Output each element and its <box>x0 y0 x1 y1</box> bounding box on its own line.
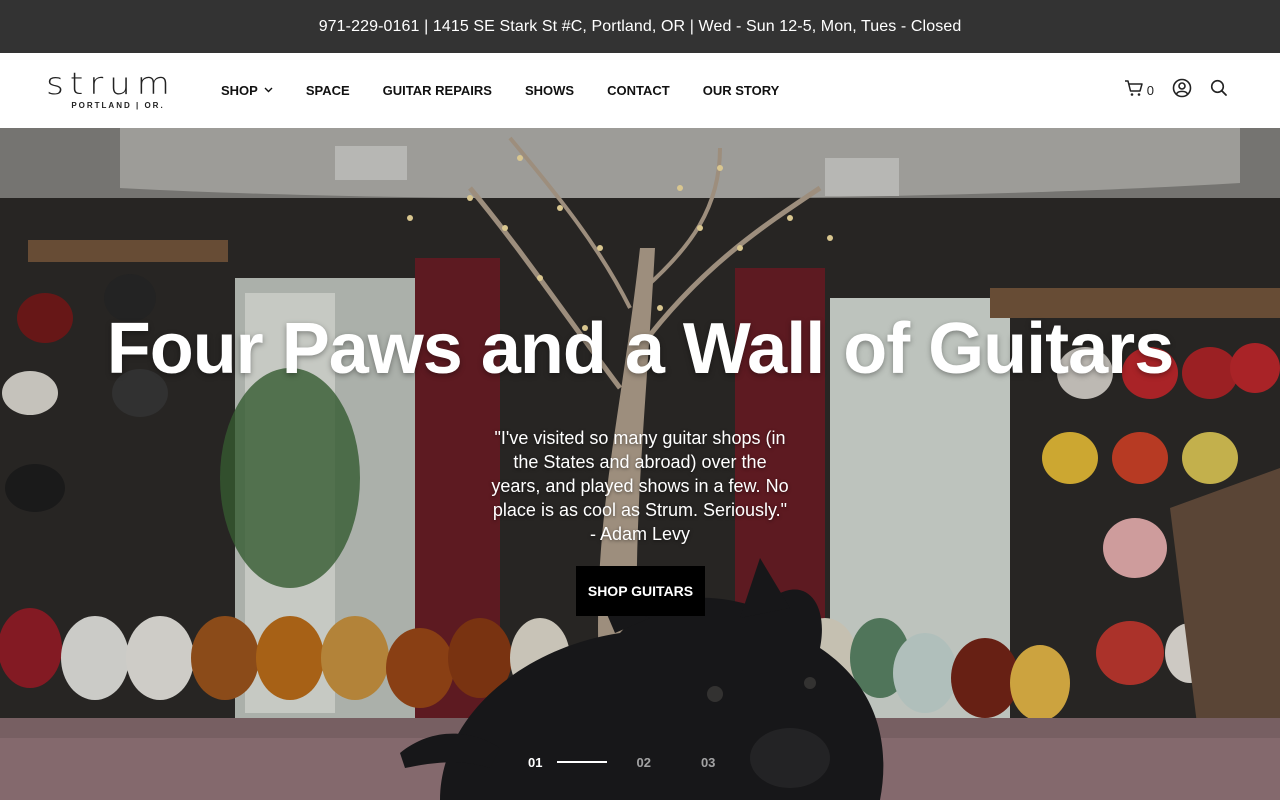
chevron-down-icon <box>264 85 273 95</box>
search-button[interactable] <box>1210 79 1228 102</box>
nav-item-label: SHOWS <box>524 83 575 98</box>
active-slide-indicator <box>557 761 608 763</box>
hero-title: Four Paws and a Wall of Guitars <box>106 309 1175 389</box>
logo-wordmark: strum <box>46 66 176 102</box>
header-icons: 0 <box>1106 53 1228 128</box>
account-button[interactable] <box>1172 78 1192 103</box>
logo[interactable]: strum PORTLAND | OR. <box>46 66 176 113</box>
logo-subtitle: PORTLAND | OR. <box>71 101 165 110</box>
slide-dot-03[interactable]: 03 <box>701 755 715 770</box>
nav-item-shop[interactable]: SHOP <box>221 83 273 98</box>
cart-icon <box>1124 79 1144 102</box>
nav-item-space[interactable]: SPACE <box>306 83 350 98</box>
cart-count: 0 <box>1146 83 1154 98</box>
slide-dot-01[interactable]: 01 <box>528 755 542 770</box>
nav-item-label: GUITAR REPAIRS <box>382 83 492 98</box>
search-icon <box>1210 79 1228 102</box>
nav-item-contact[interactable]: CONTACT <box>607 83 670 98</box>
nav-item-label: OUR STORY <box>702 83 780 98</box>
slider-pagination: 01 02 03 <box>528 754 715 770</box>
nav-item-label: CONTACT <box>607 83 670 98</box>
nav-item-shows[interactable]: SHOWS <box>525 83 574 98</box>
site-header: strum PORTLAND | OR. SHOP SPACE GUITAR R… <box>0 53 1280 128</box>
hero-quote: "I've visited so many guitar shops (in t… <box>491 428 789 544</box>
shop-guitars-button[interactable]: SHOP GUITARS <box>576 566 705 616</box>
nav-item-label: SHOP <box>221 83 258 98</box>
announcement-bar: 971-229-0161 | 1415 SE Stark St #C, Port… <box>0 0 1280 53</box>
hero-slider: Four Paws and a Wall of Guitars "I've vi… <box>0 128 1280 800</box>
nav-item-guitar-repairs[interactable]: GUITAR REPAIRS <box>383 83 492 98</box>
nav-item-label: SPACE <box>305 83 350 98</box>
main-nav: SHOP SPACE GUITAR REPAIRS SHOWS CONTACT … <box>221 53 812 128</box>
slide-dot-02[interactable]: 02 <box>636 755 650 770</box>
nav-item-our-story[interactable]: OUR STORY <box>703 83 780 98</box>
announcement-text: 971-229-0161 | 1415 SE Stark St #C, Port… <box>318 17 962 35</box>
cart-button[interactable]: 0 <box>1124 79 1154 102</box>
account-icon <box>1172 78 1192 103</box>
